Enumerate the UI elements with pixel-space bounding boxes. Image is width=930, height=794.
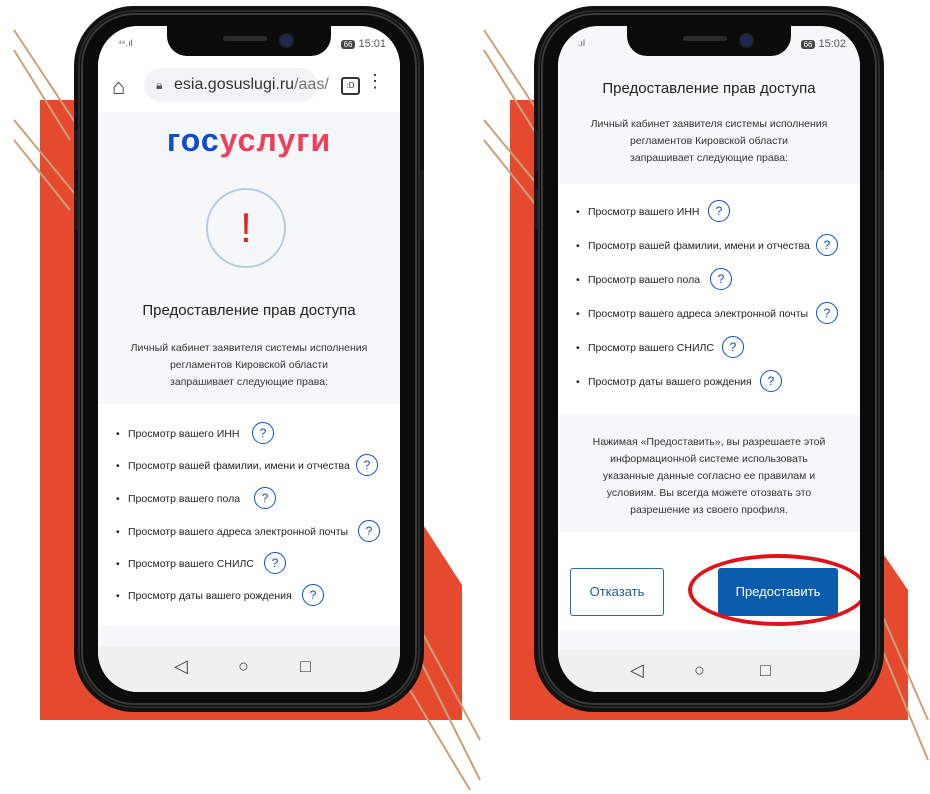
help-icon[interactable]: ? — [708, 200, 730, 222]
battery-indicator: 66 — [800, 40, 816, 49]
nav-home-icon[interactable]: ○ — [694, 660, 705, 681]
consent-header: госуслуги ! Предоставление прав доступа … — [98, 112, 400, 404]
permissions-list: • Просмотр вашего ИНН? • Просмотр вашей фа… — [558, 184, 860, 414]
decline-button[interactable]: Отказать — [570, 568, 664, 616]
notch — [627, 26, 791, 56]
help-icon[interactable]: ? — [356, 454, 378, 476]
nav-recent-icon[interactable]: □ — [300, 656, 311, 677]
permissions-list: • Просмотр вашего ИНН? • Просмотр вашей фа… — [98, 404, 400, 626]
left-phone: ⁴⁶.ıl 66 15:01 ⌂ 🔒︎ esia.gosuslugi.ru/aas… — [74, 10, 424, 708]
list-item: • Просмотр даты вашего рождения? — [558, 370, 860, 392]
nav-back-icon[interactable]: ◁ — [630, 660, 644, 681]
clock: 15:01 — [358, 38, 386, 50]
list-item: • Просмотр вашего СНИЛС? — [98, 552, 400, 574]
nav-home-icon[interactable]: ○ — [238, 656, 249, 677]
android-nav-bar: ◁ ○ □ — [98, 646, 400, 692]
list-item: • Просмотр вашей фамилии, имени и отчеств… — [98, 454, 400, 476]
help-icon[interactable]: ? — [302, 584, 324, 606]
list-item: • Просмотр вашего адреса электронной почт… — [558, 302, 860, 324]
consent-notice: Нажимая «Предоставить», вы разрешаете эт… — [558, 414, 860, 532]
action-buttons: Отказать Предоставить — [558, 532, 860, 630]
nav-back-icon[interactable]: ◁ — [174, 656, 188, 677]
signal-indicator: ⁴⁶.ıl — [118, 38, 133, 48]
list-item: • Просмотр вашего пола? — [98, 487, 400, 509]
alert-circle-icon: ! — [206, 188, 286, 268]
list-item: • Просмотр вашего адреса электронной почт… — [98, 520, 400, 542]
help-icon[interactable]: ? — [760, 370, 782, 392]
list-item: • Просмотр вашего ИНН? — [558, 200, 860, 222]
consent-header: Предоставление прав доступа Личный кабин… — [558, 56, 860, 184]
help-icon[interactable]: ? — [252, 422, 274, 444]
browser-toolbar: ⌂ 🔒︎ esia.gosuslugi.ru/aas/ :D ⋮ — [98, 60, 400, 112]
battery-indicator: 66 — [340, 40, 356, 49]
list-item: • Просмотр вашего ИНН? — [98, 422, 400, 444]
help-icon[interactable]: ? — [264, 552, 286, 574]
help-icon[interactable]: ? — [254, 487, 276, 509]
lock-icon: 🔒︎ — [156, 78, 163, 92]
signal-indicator: .ıl — [578, 38, 586, 48]
page-title: Предоставление прав доступа — [602, 80, 816, 97]
android-nav-bar: ◁ ○ □ — [558, 650, 860, 692]
request-description: Личный кабинет заявителя системы исполне… — [590, 118, 828, 164]
highlight-circle — [688, 554, 860, 626]
url-path: /aas/ — [294, 76, 329, 93]
list-item: • Просмотр вашей фамилии, имени и отчеств… — [558, 234, 860, 256]
tabs-counter-button[interactable]: :D — [341, 77, 360, 95]
help-icon[interactable]: ? — [710, 268, 732, 290]
address-bar[interactable]: 🔒︎ esia.gosuslugi.ru/aas/ — [144, 68, 329, 102]
help-icon[interactable]: ? — [722, 336, 744, 358]
left-screen: ⁴⁶.ıl 66 15:01 ⌂ 🔒︎ esia.gosuslugi.ru/aas… — [98, 26, 400, 692]
home-icon[interactable]: ⌂ — [112, 74, 125, 100]
clock: 15:02 — [818, 38, 846, 50]
help-icon[interactable]: ? — [816, 234, 838, 256]
help-icon[interactable]: ? — [358, 520, 380, 542]
page-title: Предоставление прав доступа — [142, 302, 356, 319]
right-phone: .ıl 66 15:02 Предоставление прав доступа … — [534, 10, 884, 708]
notch — [167, 26, 331, 56]
list-item: • Просмотр вашего СНИЛС? — [558, 336, 860, 358]
help-icon[interactable]: ? — [816, 302, 838, 324]
gosuslugi-logo: госуслуги — [166, 122, 332, 158]
front-camera — [739, 33, 754, 48]
front-camera — [279, 33, 294, 48]
browser-menu-icon[interactable]: ⋮ — [366, 72, 384, 90]
list-item: • Просмотр даты вашего рождения? — [98, 584, 400, 606]
right-screen: .ıl 66 15:02 Предоставление прав доступа … — [558, 26, 860, 692]
list-item: • Просмотр вашего пола? — [558, 268, 860, 290]
nav-recent-icon[interactable]: □ — [760, 660, 771, 681]
request-description: Личный кабинет заявителя системы исполне… — [130, 342, 368, 388]
url-host: esia.gosuslugi.ru — [174, 76, 295, 93]
